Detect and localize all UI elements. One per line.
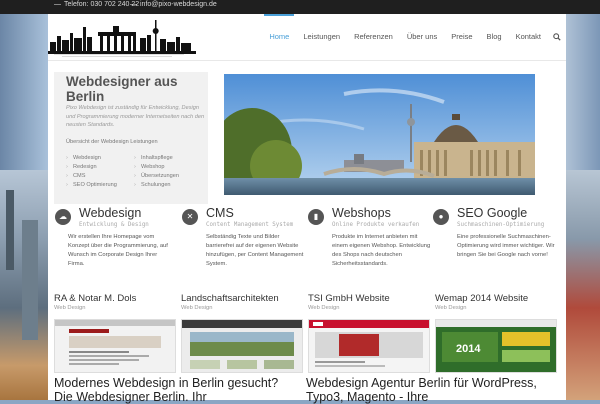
service-link[interactable]: Schulungen — [134, 181, 179, 190]
feature-body: Selbständig Texte und Bilder barrierefre… — [206, 234, 304, 267]
feature-title[interactable]: SEO Google — [457, 206, 527, 220]
nav-ueber-uns[interactable]: Über uns — [400, 14, 444, 60]
feature-webshops: ▮ Webshops Online Produkte verkaufen Pro… — [301, 206, 430, 296]
cart-icon: ▮ — [308, 209, 324, 225]
feature-seo-google: ● SEO Google Suchmaschinen-Optimierung E… — [426, 206, 555, 296]
project-category: Web Design — [308, 305, 340, 311]
cloud-icon: ☁ — [55, 209, 71, 225]
services-list-left: Webdesign Redesign CMS SEO Optimierung — [66, 154, 117, 190]
project-title[interactable]: Landschaftsarchitekten — [181, 293, 305, 304]
background-left-buildings — [0, 170, 48, 400]
services-list-right: Inhaltspflege Webshop Übersetzungen Schu… — [134, 154, 179, 190]
service-link[interactable]: Webshop — [134, 163, 179, 172]
globe-icon: ● — [433, 209, 449, 225]
search-icon[interactable] — [548, 14, 566, 60]
feature-title[interactable]: CMS — [206, 206, 234, 220]
intro-lead: Pixo Webdesign ist zuständig für Entwick… — [66, 105, 205, 128]
project-title[interactable]: Wemap 2014 Website — [435, 293, 559, 304]
nav-leistungen[interactable]: Leistungen — [296, 14, 347, 60]
thumb-badge: 2014 — [456, 343, 481, 355]
project-card[interactable]: Landschaftsarchitekten Web Design — [181, 293, 305, 373]
feature-webdesign: ☁ Webdesign Entwicklung & Design Wir ers… — [48, 206, 168, 296]
site-header: Home Leistungen Referenzen Über uns Prei… — [48, 14, 566, 61]
feature-subtitle: Entwicklung & Design — [79, 222, 149, 228]
service-link[interactable]: Inhaltspflege — [134, 154, 179, 163]
project-category: Web Design — [54, 305, 86, 311]
main-navigation: Home Leistungen Referenzen Über uns Prei… — [262, 14, 566, 60]
project-card[interactable]: TSI GmbH Website Web Design — [308, 293, 432, 373]
project-title[interactable]: RA & Notar M. Dols — [54, 293, 178, 304]
project-category: Web Design — [181, 305, 213, 311]
intro-title: Webdesigner aus Berlin — [66, 74, 178, 104]
feature-cms: ✕ CMS Content Management System Selbstän… — [175, 206, 303, 296]
feature-body: Produkte im Internet anbieten mit einem … — [332, 234, 431, 267]
tools-icon: ✕ — [182, 209, 198, 225]
project-card[interactable]: Wemap 2014 Website Web Design 2014 — [435, 293, 559, 373]
nav-home[interactable]: Home — [262, 14, 296, 60]
project-thumbnail[interactable] — [54, 319, 176, 373]
hero-image-berlin-museum — [224, 74, 535, 195]
phone-text: Telefon: 030 702 240 22 — [64, 1, 140, 8]
feature-subtitle: Content Management System — [206, 222, 294, 228]
feature-body: Eine professionelle Suchmaschinen-Optimi… — [457, 234, 555, 258]
service-link[interactable]: Redesign — [66, 163, 117, 172]
feature-body: Wir erstellen Ihre Homepage vom Konzept … — [68, 234, 168, 267]
feature-title[interactable]: Webdesign — [79, 206, 141, 220]
project-title[interactable]: TSI GmbH Website — [308, 293, 432, 304]
nav-blog[interactable]: Blog — [480, 14, 509, 60]
service-link[interactable]: Webdesign — [66, 154, 117, 163]
project-thumbnail[interactable] — [181, 319, 303, 373]
services-heading: Übersicht der Webdesign Leistungen — [66, 139, 158, 145]
project-category: Web Design — [435, 305, 467, 311]
top-contact-bar: — Telefon: 030 702 240 22 — info@pixo-webd… — [0, 0, 600, 14]
background-right-buildings — [565, 170, 600, 400]
phone-contact[interactable]: — Telefon: 030 702 240 22 — [54, 1, 139, 8]
service-link[interactable]: SEO Optimierung — [66, 181, 117, 190]
feature-subtitle: Online Produkte verkaufen — [332, 222, 420, 228]
berlin-skyline-logo[interactable] — [48, 18, 198, 58]
mail-icon: — — [130, 1, 137, 8]
service-link[interactable]: Übersetzungen — [134, 172, 179, 181]
project-thumbnail[interactable] — [308, 319, 430, 373]
feature-subtitle: Suchmaschinen-Optimierung — [457, 222, 545, 228]
nav-referenzen[interactable]: Referenzen — [347, 14, 400, 60]
feature-title[interactable]: Webshops — [332, 206, 391, 220]
nav-preise[interactable]: Preise — [444, 14, 479, 60]
page-container: Home Leistungen Referenzen Über uns Prei… — [48, 14, 566, 404]
intro-box: Webdesigner aus Berlin Pixo Webdesign is… — [54, 72, 208, 204]
email-contact[interactable]: — info@pixo-webdesign.de — [130, 1, 217, 8]
phone-icon: — — [54, 1, 61, 8]
email-text: info@pixo-webdesign.de — [140, 1, 217, 8]
project-thumbnail[interactable]: 2014 — [435, 319, 557, 373]
project-card[interactable]: RA & Notar M. Dols Web Design — [54, 293, 178, 373]
service-link[interactable]: CMS — [66, 172, 117, 181]
nav-kontakt[interactable]: Kontakt — [509, 14, 548, 60]
